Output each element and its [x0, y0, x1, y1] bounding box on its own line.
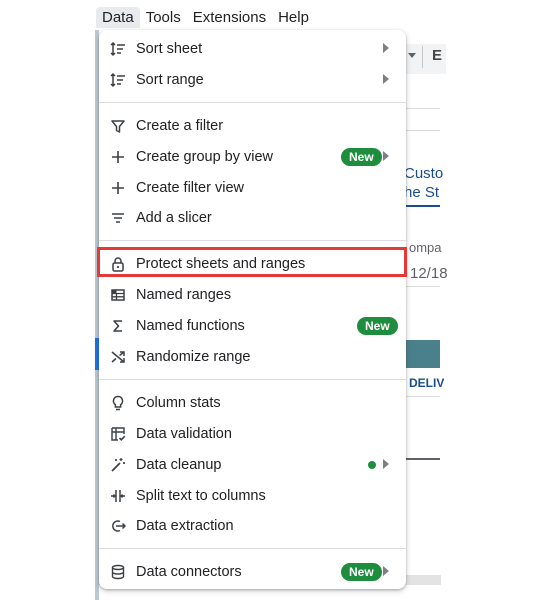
plus-icon: [109, 148, 127, 166]
menu-item-data-cleanup[interactable]: Data cleanup: [99, 450, 406, 480]
heading-underline: [406, 205, 440, 207]
menu-item-label: Data connectors: [136, 564, 242, 580]
new-badge: New: [357, 317, 398, 335]
submenu-arrow-icon: [383, 74, 389, 84]
menu-item-add-slicer[interactable]: Add a slicer: [99, 203, 406, 233]
toolbar-divider: [422, 46, 423, 68]
magic-wand-icon: [109, 456, 127, 474]
menu-item-label: Create filter view: [136, 180, 244, 196]
plus-icon: [109, 179, 127, 197]
menu-tools[interactable]: Tools: [140, 7, 187, 28]
database-icon: [109, 563, 127, 581]
menu-item-label: Split text to columns: [136, 488, 266, 504]
split-icon: [109, 487, 127, 505]
toolbar-dropdown-icon: [408, 53, 416, 58]
menu-item-label: Column stats: [136, 395, 221, 411]
menu-item-column-stats[interactable]: Column stats: [99, 388, 406, 418]
menu-item-label: Named functions: [136, 318, 245, 334]
menu-item-label: Sort range: [136, 72, 204, 88]
menu-bar: Data Tools Extensions Help: [96, 4, 315, 30]
menu-item-data-extraction[interactable]: Data extraction: [99, 511, 406, 541]
named-ranges-icon: [109, 286, 127, 304]
shuffle-icon: [109, 348, 127, 366]
menu-item-create-filter[interactable]: Create a filter: [99, 111, 406, 141]
highlight-box: [97, 247, 407, 277]
menu-item-label: Create group by view: [136, 149, 274, 165]
menu-extensions[interactable]: Extensions: [187, 7, 272, 28]
submenu-arrow-icon: [383, 151, 389, 161]
sort-icon: [109, 40, 127, 58]
submenu-arrow-icon: [383, 459, 389, 469]
sigma-icon: [109, 317, 127, 335]
menu-item-label: Add a slicer: [136, 210, 212, 226]
menu-item-split-text-to-columns[interactable]: Split text to columns: [99, 481, 406, 511]
menu-item-label: Randomize range: [136, 349, 251, 365]
filter-icon: [109, 117, 127, 135]
sheet-date-fragment: 12/18: [410, 265, 448, 282]
menu-item-randomize-range[interactable]: Randomize range: [99, 342, 406, 372]
data-validation-icon: [109, 425, 127, 443]
menu-item-data-connectors[interactable]: Data connectors New: [99, 557, 406, 587]
submenu-arrow-icon: [383, 566, 389, 576]
menu-item-named-ranges[interactable]: Named ranges: [99, 280, 406, 310]
menu-divider: [99, 240, 406, 241]
new-badge: New: [341, 148, 382, 166]
menu-item-label: Sort sheet: [136, 41, 203, 57]
sheet-header-band: [406, 340, 440, 368]
menu-item-label: Named ranges: [136, 287, 232, 303]
sheet-label-fragment: ompa: [409, 240, 442, 255]
menu-item-label: Data extraction: [136, 518, 234, 534]
sheet-row-line-3: [406, 458, 440, 460]
menu-item-label: Data validation: [136, 426, 232, 442]
sort-icon: [109, 71, 127, 89]
menu-item-create-group-by-view[interactable]: Create group by view New: [99, 142, 406, 172]
extraction-icon: [109, 517, 127, 535]
menu-item-named-functions[interactable]: Named functions New: [99, 311, 406, 341]
menu-divider: [99, 548, 406, 549]
sheet-heading-fragment-2: he St: [404, 184, 440, 201]
menu-help[interactable]: Help: [272, 7, 315, 28]
menu-item-sort-range[interactable]: Sort range: [99, 65, 406, 95]
menu-item-sort-sheet[interactable]: Sort sheet: [99, 34, 406, 64]
menu-item-create-filter-view[interactable]: Create filter view: [99, 173, 406, 203]
formula-bar-line-2: [406, 130, 440, 131]
status-dot: [368, 461, 376, 469]
lightbulb-icon: [109, 394, 127, 412]
toolbar-letter: E: [432, 47, 443, 64]
menu-divider: [99, 379, 406, 380]
menu-item-data-validation[interactable]: Data validation: [99, 419, 406, 449]
menu-data[interactable]: Data: [96, 6, 140, 28]
sheet-row-line-2: [406, 396, 440, 397]
submenu-arrow-icon: [383, 43, 389, 53]
formula-bar-line: [406, 108, 440, 109]
data-menu: Sort sheet Sort range Create a filter Cr…: [99, 30, 406, 589]
menu-item-label: Create a filter: [136, 118, 224, 134]
menu-item-label: Data cleanup: [136, 457, 222, 473]
slicer-icon: [109, 209, 127, 227]
new-badge: New: [341, 563, 382, 581]
menu-divider: [99, 102, 406, 103]
sheet-heading-fragment-1: Custo: [404, 165, 444, 182]
sheet-column-header-fragment: DELIV: [409, 376, 445, 390]
sheet-row-line: [406, 286, 440, 287]
